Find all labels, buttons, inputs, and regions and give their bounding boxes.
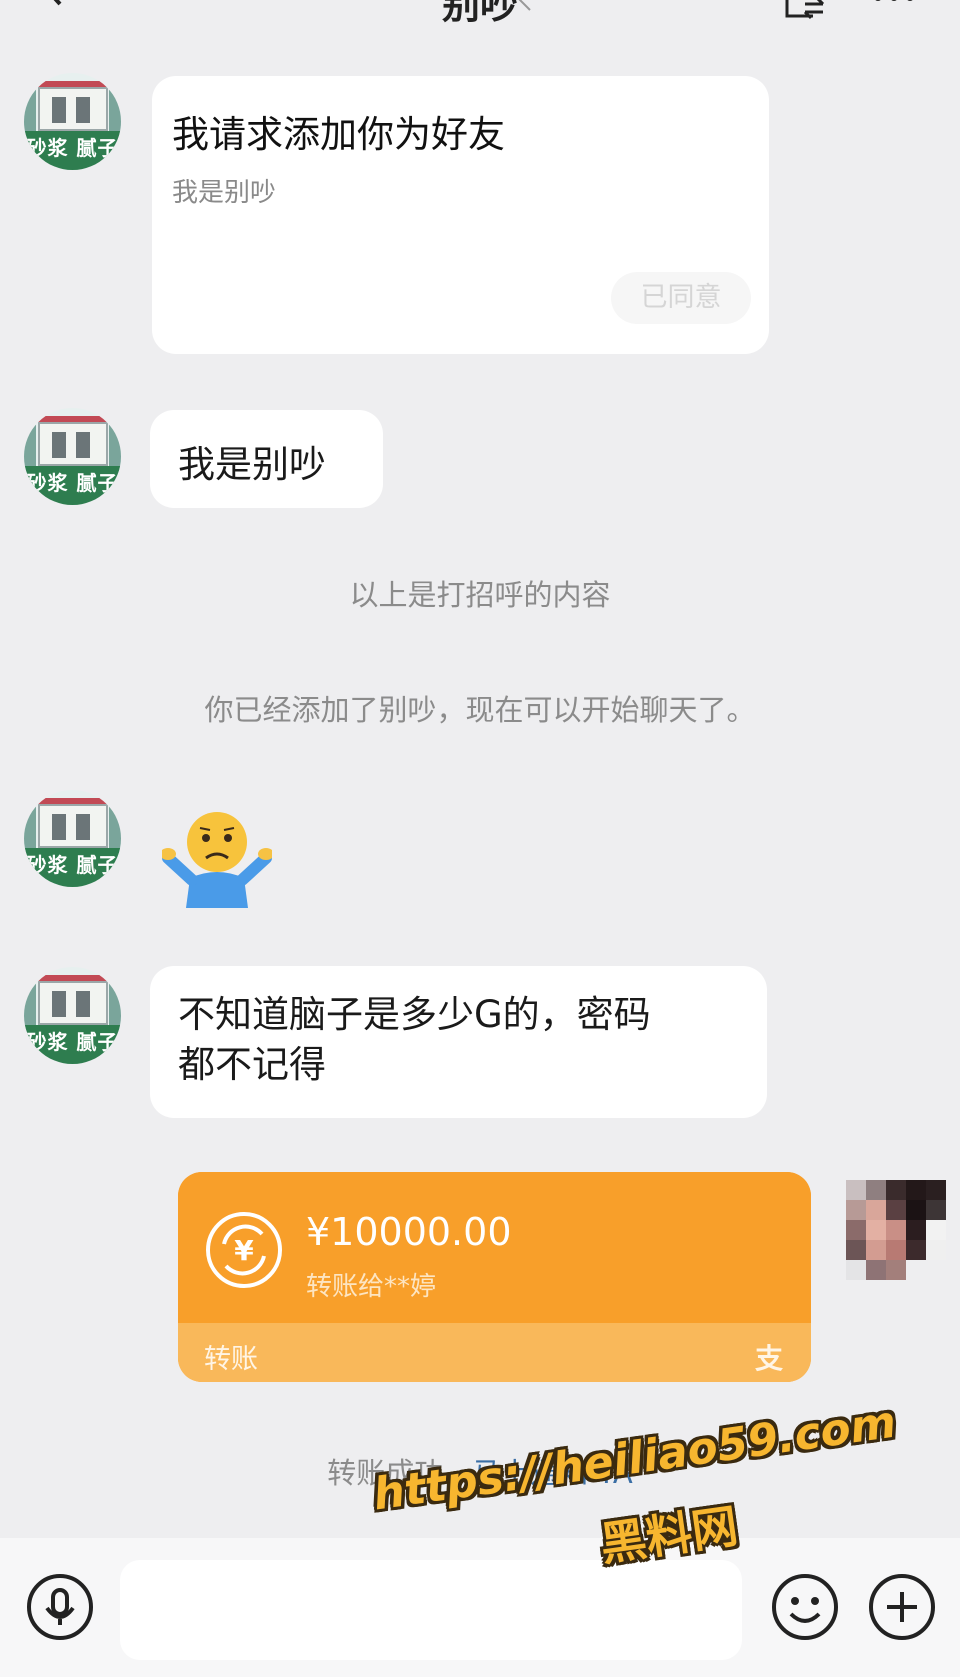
- avatar-pixel: [866, 1200, 886, 1220]
- svg-text:¥: ¥: [234, 1234, 254, 1267]
- transfer-amount: ¥10000.00: [306, 1210, 512, 1254]
- avatar-pixel: [846, 1260, 866, 1280]
- avatar-pixel: [926, 1220, 946, 1240]
- avatar-pixel: [926, 1200, 946, 1220]
- message-text-line: 不知道脑子是多少G的，密码: [178, 993, 651, 1036]
- avatar-pixel: [886, 1260, 906, 1280]
- avatar-pixel: [886, 1180, 906, 1200]
- avatar-pixel: [846, 1200, 866, 1220]
- avatar-pixel: [846, 1220, 866, 1240]
- request-subtitle: 我是别吵: [172, 178, 277, 208]
- watermark-url: https://heiliao59.com: [370, 1396, 900, 1521]
- avatar-graphic: [52, 991, 66, 1017]
- avatar-sign: 砂浆 腻子: [24, 131, 121, 170]
- avatar-pixel: [886, 1240, 906, 1260]
- avatar-graphic: [38, 87, 108, 131]
- avatar-graphic: [52, 432, 66, 458]
- contact-avatar[interactable]: 砂浆 腻子: [24, 408, 121, 505]
- avatar-sign: 砂浆 腻子: [24, 848, 121, 887]
- microphone-icon[interactable]: [25, 1572, 95, 1642]
- contact-avatar[interactable]: 砂浆 腻子: [24, 790, 121, 887]
- avatar-graphic: [76, 814, 90, 840]
- transfer-recipient: 转账给**婷: [306, 1272, 437, 1302]
- avatar-pixel: [906, 1180, 926, 1200]
- message-text-line: 都不记得: [178, 1043, 326, 1086]
- shrug-emoji[interactable]: [162, 808, 272, 908]
- avatar-pixel: [926, 1240, 946, 1260]
- avatar-pixel: [906, 1200, 926, 1220]
- avatar-pixel: [906, 1260, 926, 1280]
- avatar-pixel: [866, 1220, 886, 1240]
- system-notice-added: 你已经添加了别吵，现在可以开始聊天了。: [204, 693, 756, 727]
- chat-header: 别吵: [0, 0, 960, 36]
- avatar-sign: 砂浆 腻子: [24, 1025, 121, 1064]
- avatar-pixel: [906, 1220, 926, 1240]
- avatar-pixel: [886, 1200, 906, 1220]
- avatar-graphic: [38, 804, 108, 848]
- transfer-label: 转账: [204, 1344, 258, 1375]
- watermark-name: 黑料网: [596, 1498, 742, 1572]
- avatar-sign: 砂浆 腻子: [24, 466, 121, 505]
- message-text: 我是别吵: [178, 443, 326, 486]
- avatar-pixel: [866, 1240, 886, 1260]
- avatar-pixel: [886, 1220, 906, 1240]
- more-icon[interactable]: [872, 0, 916, 2]
- message-bubble[interactable]: 不知道脑子是多少G的，密码 都不记得: [150, 966, 767, 1118]
- avatar-pixel: [846, 1240, 866, 1260]
- system-notice-greeting: 以上是打招呼的内容: [349, 578, 611, 612]
- avatar-pixel: [846, 1180, 866, 1200]
- alipay-icon: 支: [754, 1342, 783, 1375]
- mute-icon: [518, 0, 531, 11]
- friend-request-card[interactable]: 我请求添加你为好友 我是别吵 已同意: [152, 76, 769, 354]
- avatar-pixel: [866, 1260, 886, 1280]
- message-bubble[interactable]: 我是别吵: [150, 410, 383, 508]
- avatar-graphic: [76, 991, 90, 1017]
- switch-account-icon[interactable]: [783, 0, 829, 24]
- contact-avatar[interactable]: 砂浆 腻子: [24, 967, 121, 1064]
- plus-icon[interactable]: [867, 1572, 937, 1642]
- avatar-graphic: [52, 97, 66, 123]
- self-avatar[interactable]: [846, 1180, 946, 1280]
- transfer-card-top: ¥ ¥10000.00 转账给**婷: [178, 1172, 811, 1323]
- avatar-graphic: [52, 814, 66, 840]
- yuan-transfer-icon: ¥: [206, 1212, 282, 1288]
- avatar-pixel: [866, 1180, 886, 1200]
- agreed-button[interactable]: 已同意: [611, 272, 751, 324]
- transfer-card[interactable]: ¥ ¥10000.00 转账给**婷 转账 支: [178, 1172, 811, 1382]
- avatar-pixel: [926, 1260, 946, 1280]
- avatar-pixel: [906, 1240, 926, 1260]
- avatar-graphic: [76, 432, 90, 458]
- request-title: 我请求添加你为好友: [172, 113, 505, 156]
- transfer-card-footer: 转账 支: [178, 1323, 811, 1382]
- contact-avatar[interactable]: 砂浆 腻子: [24, 73, 121, 170]
- avatar-pixel: [926, 1180, 946, 1200]
- avatar-graphic: [38, 981, 108, 1025]
- avatar-graphic: [76, 97, 90, 123]
- smiley-icon[interactable]: [770, 1572, 840, 1642]
- avatar-graphic: [38, 422, 108, 466]
